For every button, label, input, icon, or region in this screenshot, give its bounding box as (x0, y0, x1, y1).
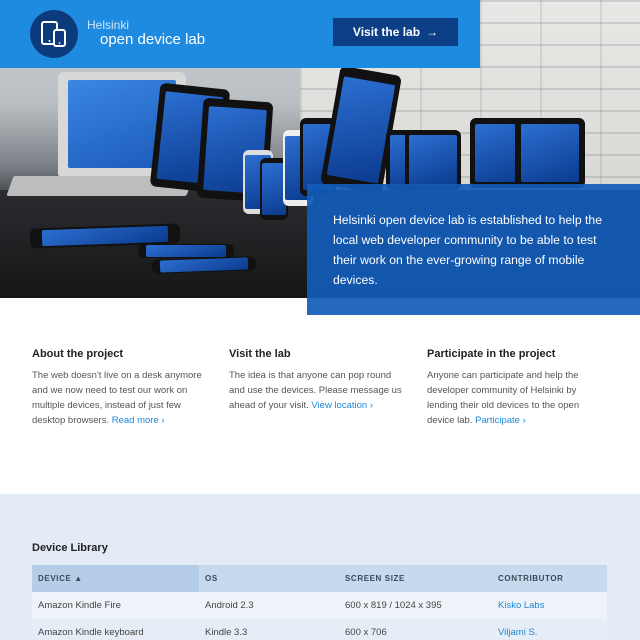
device-library-section: Device Library DEVICE ▲ OS SCREEN SIZE C… (0, 494, 640, 640)
cell-screen-size: 600 x 706 (339, 619, 492, 640)
visit-lab-button[interactable]: Visit the lab → (333, 18, 458, 46)
column-participate: Participate in the project Anyone can pa… (427, 348, 607, 428)
section-title: Device Library (32, 542, 108, 554)
brand-name: open device lab (100, 31, 206, 48)
table-row: Amazon Kindle keyboard Kindle 3.3 600 x … (32, 619, 607, 640)
column-text: Anyone can participate and help the deve… (427, 370, 580, 426)
cell-contributor: Kisko Labs (492, 592, 607, 619)
contributor-link[interactable]: Kisko Labs (498, 600, 544, 611)
intro-panel: Helsinki open device lab is established … (307, 184, 640, 315)
column-visit: Visit the lab The idea is that anyone ca… (229, 348, 409, 413)
table-row: Amazon Kindle Fire Android 2.3 600 x 819… (32, 592, 607, 619)
column-about: About the project The web doesn't live o… (32, 348, 212, 428)
column-title: About the project (32, 348, 124, 360)
read-more-link[interactable]: Read more › (112, 415, 165, 426)
phone-image (515, 118, 585, 188)
cell-contributor: Viljami S. (492, 619, 607, 640)
column-text: The idea is that anyone can pop round an… (229, 370, 402, 411)
table-header-row: DEVICE ▲ OS SCREEN SIZE CONTRIBUTOR (32, 565, 607, 592)
cell-device: Amazon Kindle Fire (32, 592, 199, 619)
column-title: Visit the lab (229, 348, 291, 360)
device-table: DEVICE ▲ OS SCREEN SIZE CONTRIBUTOR Amaz… (32, 565, 607, 640)
cell-device: Amazon Kindle keyboard (32, 619, 199, 640)
column-header-os[interactable]: OS (199, 565, 339, 592)
brand-city: Helsinki (87, 18, 130, 32)
column-header-screen-size[interactable]: SCREEN SIZE (339, 565, 492, 592)
contributor-link[interactable]: Viljami S. (498, 627, 537, 638)
cell-os: Android 2.3 (199, 592, 339, 619)
column-text: The web doesn't live on a desk anymore a… (32, 370, 202, 426)
visit-lab-label: Visit the lab (352, 25, 421, 39)
devices-icon (41, 21, 66, 47)
phone-image (405, 130, 461, 190)
column-header-device[interactable]: DEVICE ▲ (32, 565, 199, 592)
participate-link[interactable]: Participate › (475, 415, 526, 426)
cell-screen-size: 600 x 819 / 1024 x 395 (339, 592, 492, 619)
cell-os: Kindle 3.3 (199, 619, 339, 640)
column-title: Participate in the project (427, 348, 556, 360)
column-header-contributor[interactable]: CONTRIBUTOR (492, 565, 607, 592)
header-bar: Helsinki open device lab Visit the lab → (0, 0, 480, 68)
phone-image (138, 244, 234, 258)
view-location-link[interactable]: View location › (311, 400, 373, 411)
intro-text: Helsinki open device lab is established … (333, 213, 602, 287)
arrow-right-icon: → (426, 25, 439, 39)
logo[interactable] (30, 10, 78, 58)
